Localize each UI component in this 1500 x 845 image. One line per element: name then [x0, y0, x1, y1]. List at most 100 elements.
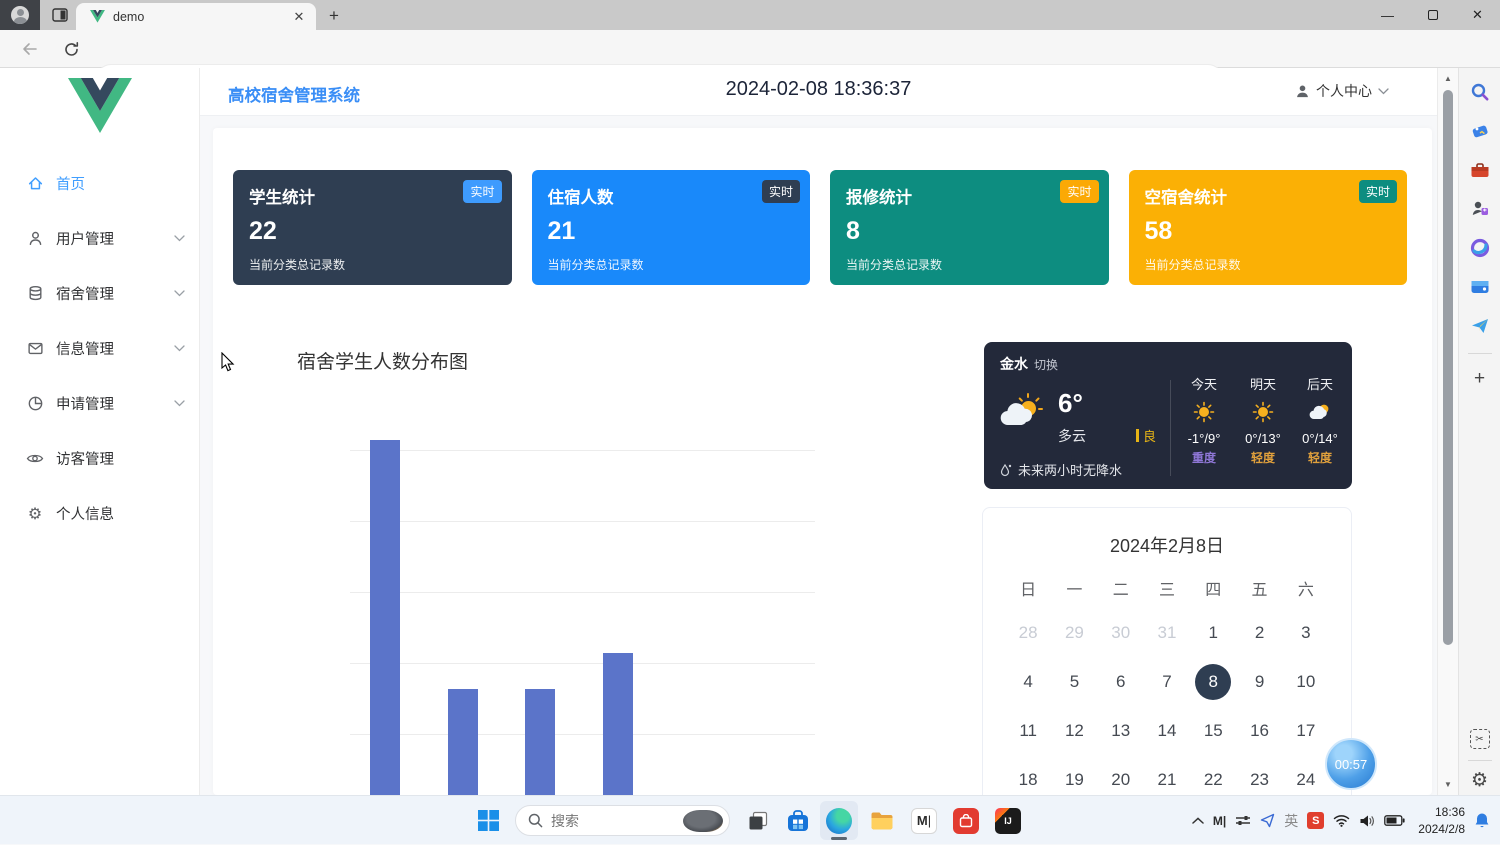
edge-active-indicator [831, 837, 847, 840]
tray-expand-icon[interactable] [1192, 817, 1204, 824]
database-icon [26, 285, 44, 303]
stat-card-residents[interactable]: 住宿人数 实时 21 当前分类总记录数 [532, 170, 811, 285]
browser-profile-button[interactable] [0, 0, 40, 30]
sidebar-item-profile[interactable]: ⚙ 个人信息 [0, 486, 199, 541]
volume-icon[interactable] [1359, 814, 1375, 828]
calendar-day[interactable]: 16 [1236, 706, 1282, 755]
sidebar-settings-icon[interactable]: ⚙ [1465, 765, 1495, 795]
window-close-button[interactable]: ✕ [1455, 0, 1500, 30]
bing-daily-image[interactable] [683, 810, 723, 832]
stat-card-repairs[interactable]: 报修统计 实时 8 当前分类总记录数 [830, 170, 1109, 285]
refresh-button[interactable] [56, 34, 86, 64]
weekday-label: 六 [1283, 574, 1329, 608]
weekday-label: 二 [1098, 574, 1144, 608]
calendar-day[interactable]: 10 [1283, 657, 1329, 706]
timer-value: 00:57 [1335, 757, 1368, 772]
tray-mixer-icon[interactable] [1235, 814, 1251, 827]
calendar-day-selected[interactable]: 8 [1190, 657, 1236, 706]
calendar-day[interactable]: 29 [1051, 608, 1097, 657]
calendar-day[interactable]: 4 [1005, 657, 1051, 706]
chevron-down-icon [174, 290, 185, 297]
calendar-day[interactable]: 31 [1144, 608, 1190, 657]
tab-actions-icon[interactable] [48, 4, 72, 26]
calendar-widget: 2024年2月8日 日 一 二 三 四 五 六 28 29 30 31 1 2 … [982, 507, 1352, 795]
screenshot-tool-icon[interactable]: ✂ [1465, 724, 1495, 754]
calendar-day[interactable]: 15 [1190, 706, 1236, 755]
calendar-day[interactable]: 17 [1283, 706, 1329, 755]
tray-s-app-icon[interactable]: S [1307, 812, 1324, 829]
calendar-day[interactable]: 23 [1236, 755, 1282, 795]
user-menu[interactable]: 个人中心 [1295, 81, 1389, 101]
stat-card-students[interactable]: 学生统计 实时 22 当前分类总记录数 [233, 170, 512, 285]
sidebar-item-applications[interactable]: 申请管理 [0, 376, 199, 431]
calendar-day[interactable]: 22 [1190, 755, 1236, 795]
sidebar-item-visitors[interactable]: 访客管理 [0, 431, 199, 486]
stat-caption: 当前分类总记录数 [249, 256, 345, 273]
window-maximize-button[interactable] [1410, 0, 1455, 30]
gridline [350, 521, 815, 522]
calendar-day[interactable]: 18 [1005, 755, 1051, 795]
intellij-idea-icon[interactable]: IJ [988, 796, 1028, 845]
calendar-day[interactable]: 7 [1144, 657, 1190, 706]
sidebar-item-home[interactable]: 首页 [0, 156, 199, 211]
huawei-store-icon[interactable] [946, 796, 986, 845]
scroll-down-arrow[interactable]: ▼ [1438, 780, 1458, 789]
calendar-day[interactable]: 6 [1098, 657, 1144, 706]
notifications-bell-icon[interactable] [1474, 812, 1490, 829]
tab-close-icon[interactable]: ✕ [290, 8, 308, 26]
sidebar-designer-icon[interactable] [1465, 233, 1495, 263]
marktext-app-icon[interactable]: M| [904, 796, 944, 845]
sidebar-wallet-icon[interactable] [1465, 272, 1495, 302]
taskbar-clock[interactable]: 18:362024/2/8 [1418, 804, 1465, 836]
start-button[interactable] [468, 796, 508, 845]
microsoft-store-icon[interactable] [778, 796, 818, 845]
scroll-up-arrow[interactable]: ▲ [1438, 74, 1458, 83]
calendar-day[interactable]: 30 [1098, 608, 1144, 657]
realtime-badge: 实时 [463, 180, 501, 203]
calendar-day[interactable]: 2 [1236, 608, 1282, 657]
calendar-day[interactable]: 21 [1144, 755, 1190, 795]
calendar-day[interactable]: 5 [1051, 657, 1097, 706]
wifi-icon[interactable] [1333, 814, 1350, 827]
taskbar-search-input[interactable] [551, 813, 671, 829]
ime-language-indicator[interactable]: 英 [1284, 811, 1298, 831]
calendar-day[interactable]: 11 [1005, 706, 1051, 755]
task-view-button[interactable] [738, 796, 778, 845]
stat-card-empty-dorms[interactable]: 空宿舍统计 实时 58 当前分类总记录数 [1129, 170, 1408, 285]
sidebar-drop-icon[interactable] [1465, 311, 1495, 341]
sidebar-search-icon[interactable] [1465, 77, 1495, 107]
tray-send-icon[interactable] [1260, 813, 1275, 828]
recording-timer-overlay[interactable]: 00:57 [1325, 738, 1377, 790]
browser-tab-demo[interactable]: demo ✕ [76, 3, 316, 30]
calendar-day[interactable]: 12 [1051, 706, 1097, 755]
page-scrollbar[interactable]: ▲ ▼ [1437, 68, 1458, 795]
calendar-day[interactable]: 13 [1098, 706, 1144, 755]
sidebar-item-users[interactable]: 用户管理 [0, 211, 199, 266]
sidebar-item-dorms[interactable]: 宿舍管理 [0, 266, 199, 321]
calendar-day[interactable]: 1 [1190, 608, 1236, 657]
calendar-day[interactable]: 28 [1005, 608, 1051, 657]
mail-icon [26, 340, 44, 358]
battery-icon[interactable] [1384, 815, 1405, 826]
back-button[interactable] [14, 34, 44, 64]
calendar-day[interactable]: 19 [1051, 755, 1097, 795]
sidebar-item-label: 个人信息 [56, 503, 185, 524]
new-tab-button[interactable]: + [322, 5, 346, 27]
calendar-day[interactable]: 20 [1098, 755, 1144, 795]
sidebar-shopping-icon[interactable] [1465, 116, 1495, 146]
calendar-day[interactable]: 14 [1144, 706, 1190, 755]
sidebar-tools-icon[interactable] [1465, 155, 1495, 185]
tray-marktext-icon[interactable]: M| [1213, 814, 1226, 828]
weather-switch-link[interactable]: 切换 [1034, 358, 1058, 372]
file-explorer-icon[interactable] [862, 796, 902, 845]
sidebar-item-info[interactable]: 信息管理 [0, 321, 199, 376]
calendar-day[interactable]: 24 [1283, 755, 1329, 795]
window-minimize-button[interactable]: — [1365, 0, 1410, 30]
taskbar-search[interactable] [515, 805, 730, 836]
sidebar-customize-button[interactable]: + [1465, 364, 1495, 394]
calendar-day[interactable]: 3 [1283, 608, 1329, 657]
chevron-down-icon [174, 400, 185, 407]
sidebar-games-icon[interactable] [1465, 194, 1495, 224]
scrollbar-thumb[interactable] [1443, 90, 1453, 645]
calendar-day[interactable]: 9 [1236, 657, 1282, 706]
